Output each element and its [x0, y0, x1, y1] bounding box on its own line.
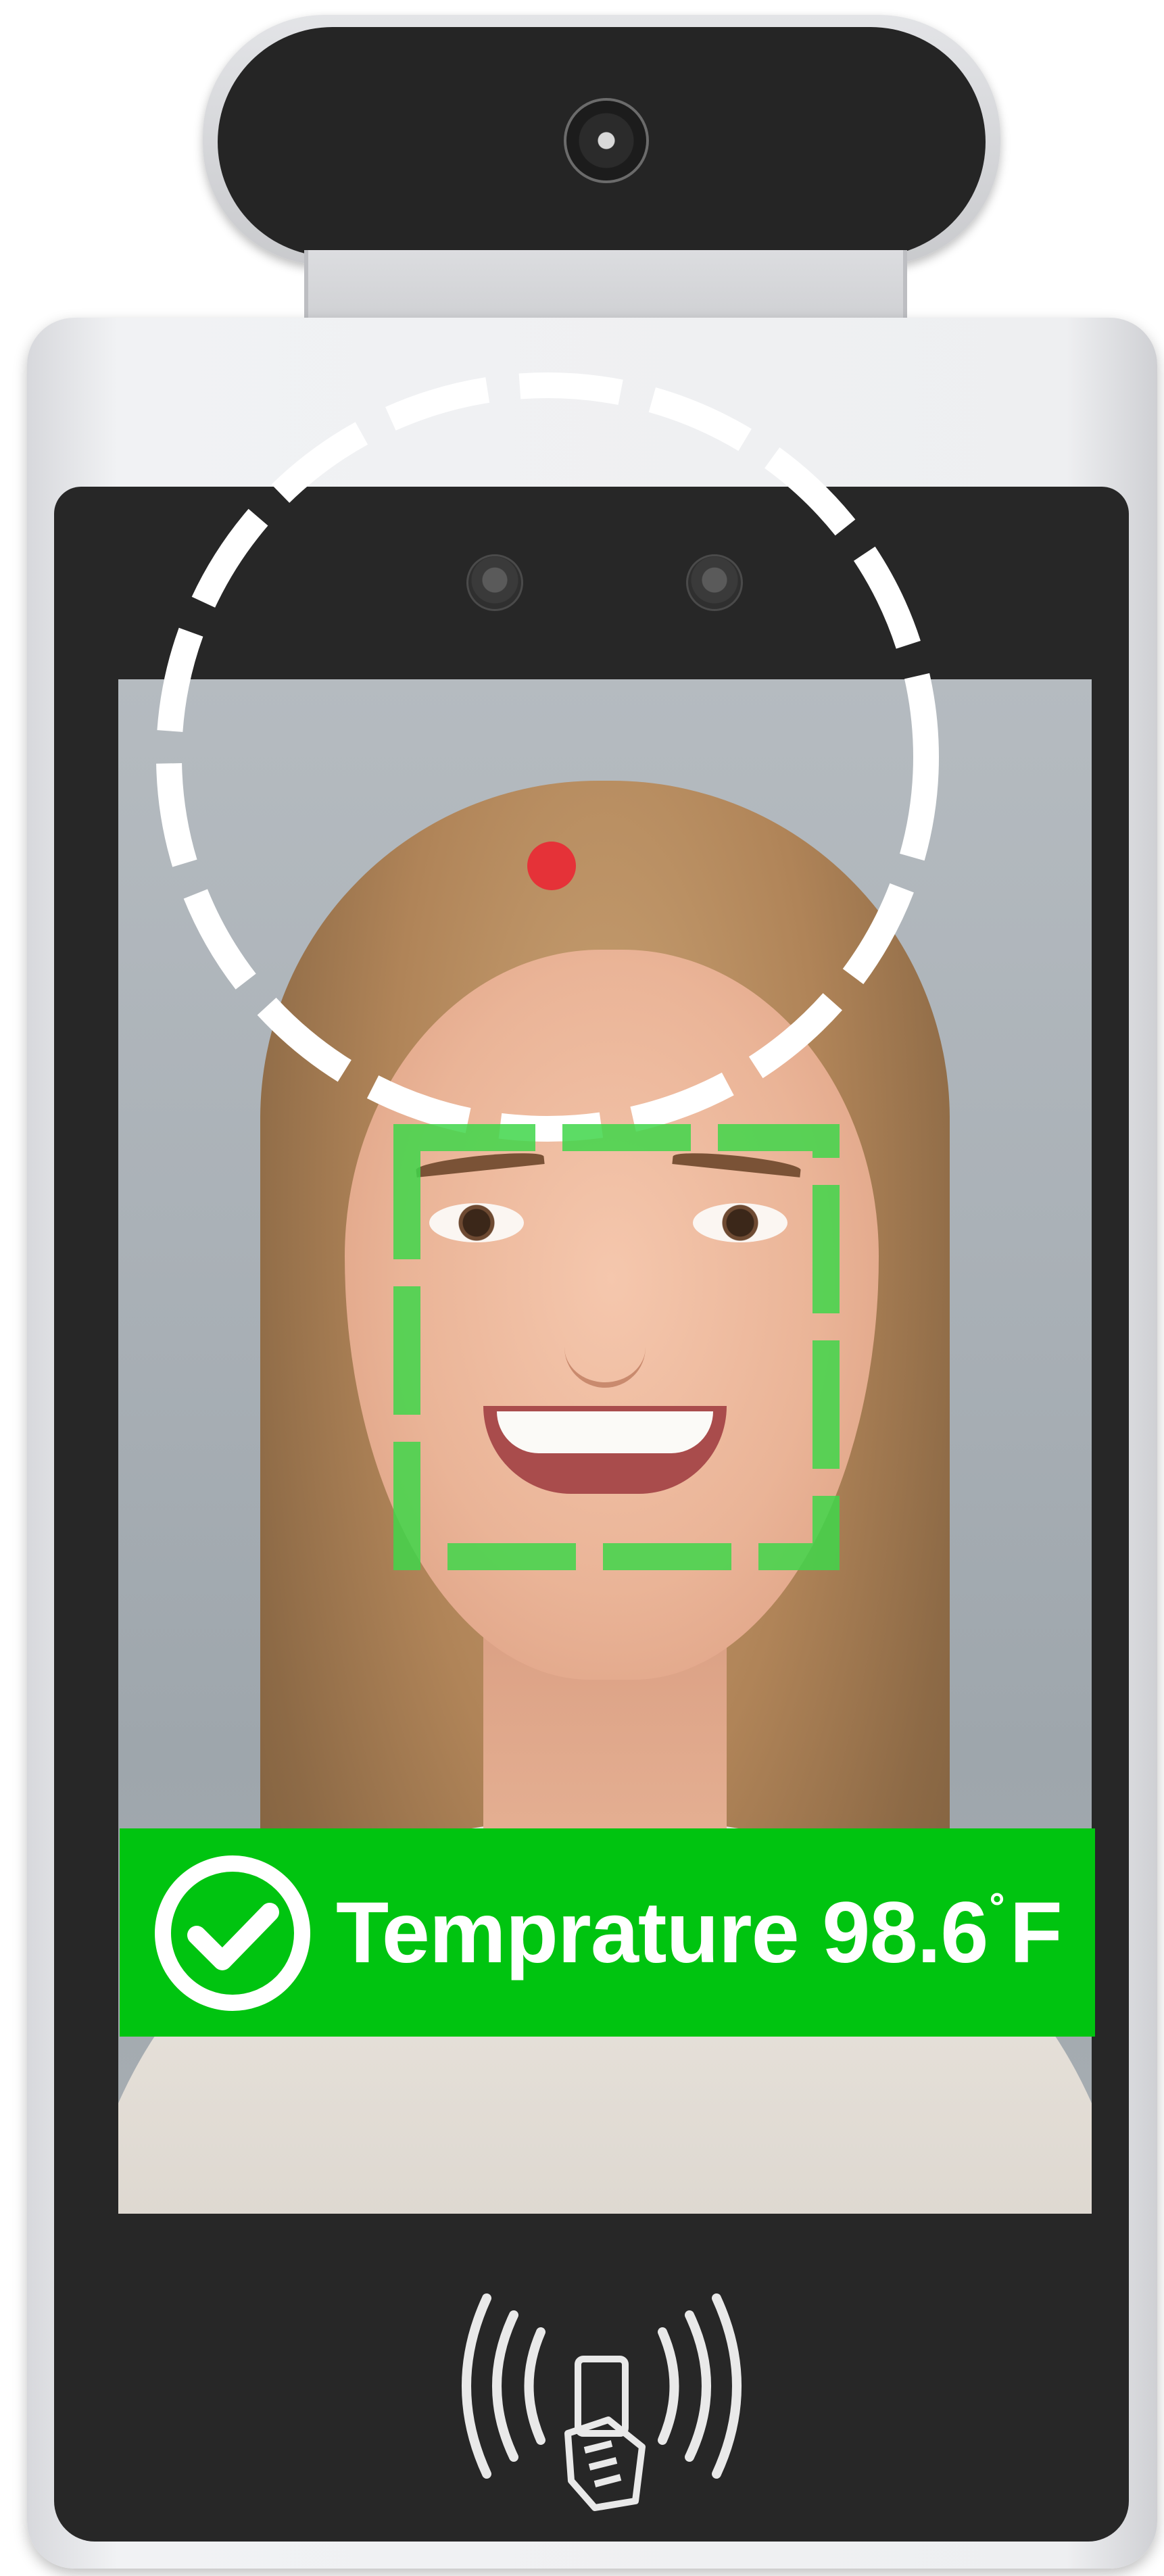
nfc-contactless-icon	[462, 2293, 742, 2511]
temperature-unit: F	[1009, 1884, 1063, 1981]
check-circle-icon	[155, 1855, 310, 2011]
temperature-value: 98.6	[822, 1884, 988, 1981]
temperature-target-dot	[527, 842, 576, 890]
temperature-readout: Temprature 98.6 ° F	[336, 1828, 1063, 2037]
temperature-label: Temprature	[336, 1884, 800, 1981]
face-detection-circle	[156, 372, 939, 1142]
device-neck	[304, 250, 907, 324]
face-recognition-box	[393, 1124, 840, 1570]
temperature-status-banner: Temprature 98.6 ° F	[120, 1828, 1095, 2037]
camera-module-face	[218, 27, 986, 257]
degree-symbol: °	[989, 1885, 1004, 1929]
camera-lens-icon	[564, 98, 649, 183]
camera-module	[203, 15, 1000, 265]
